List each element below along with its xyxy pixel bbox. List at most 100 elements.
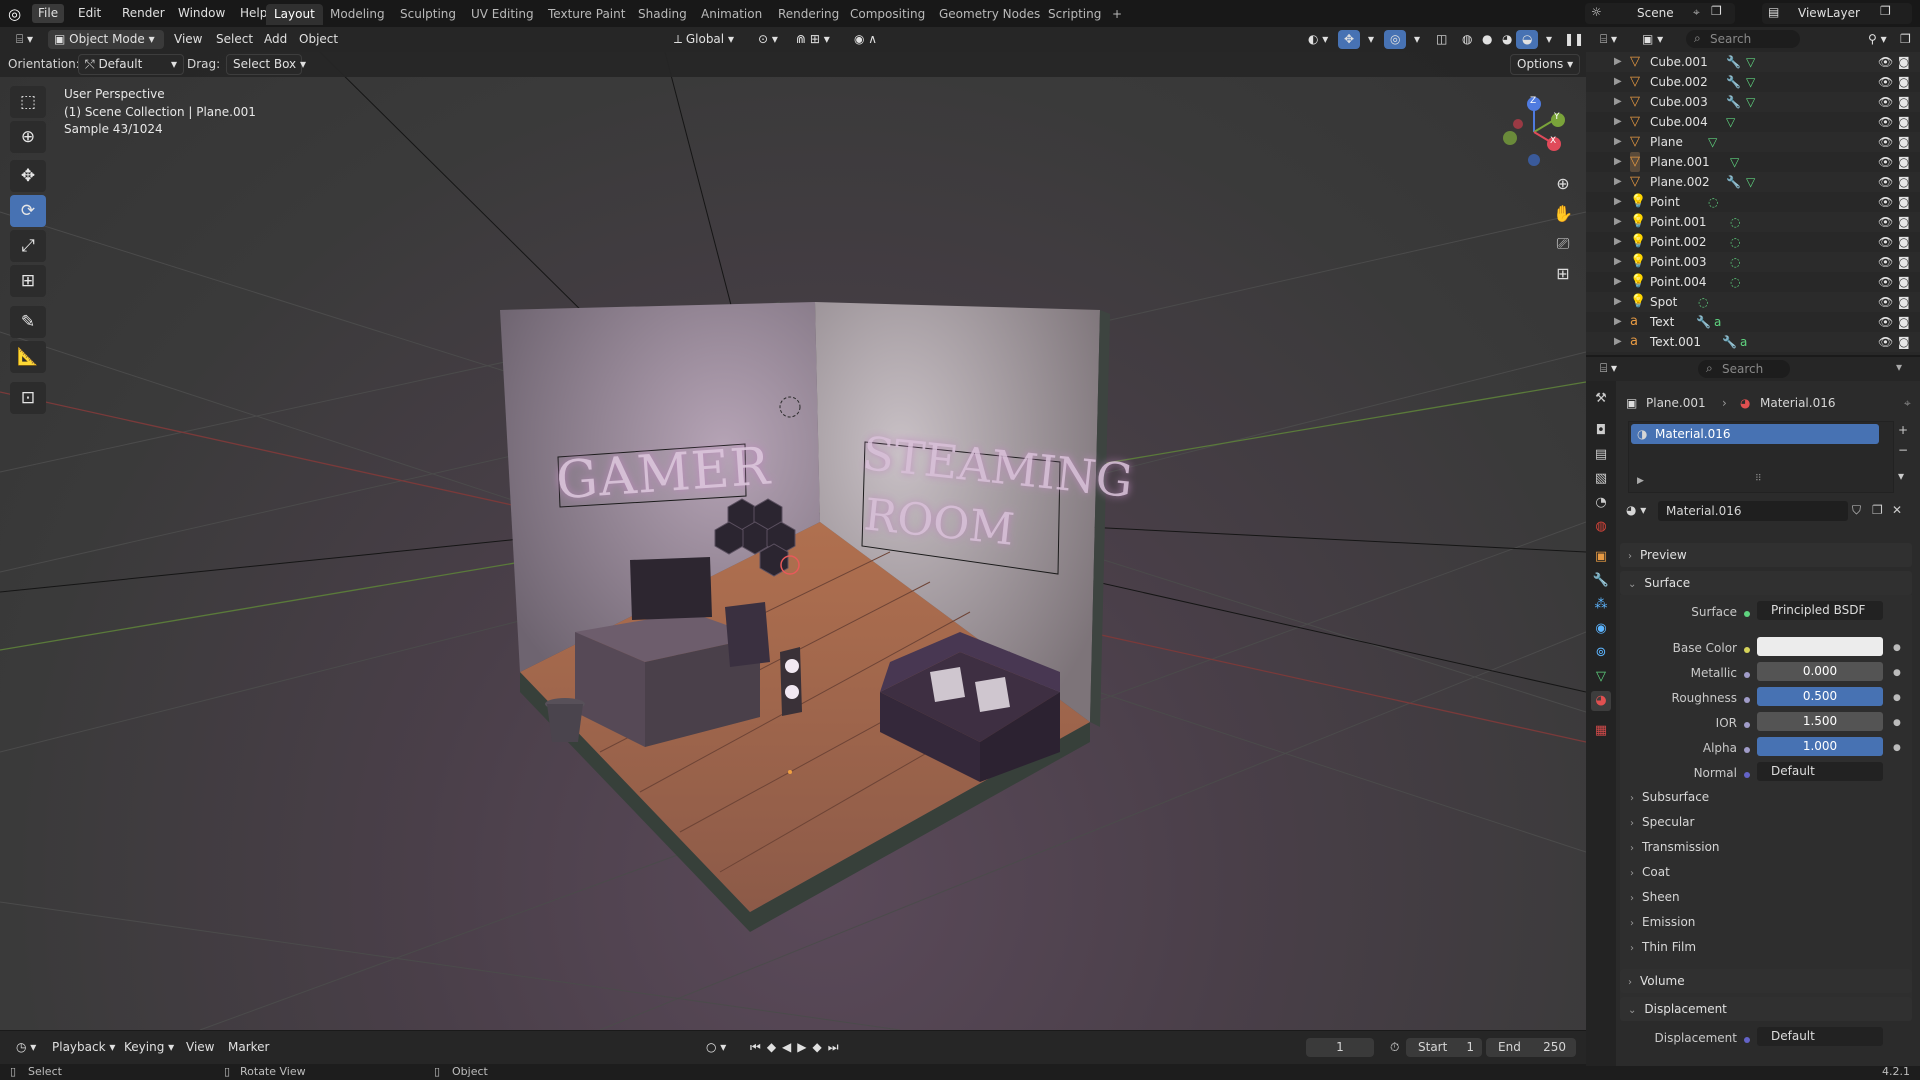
- add-workspace-button[interactable]: +: [1104, 4, 1130, 25]
- menu-object[interactable]: Object: [293, 30, 344, 49]
- material-slot-list[interactable]: ◑ Material.016 ▶ ⠿: [1628, 421, 1894, 493]
- gizmo-dropdown-icon[interactable]: ▾: [1362, 30, 1380, 49]
- outliner-row[interactable]: ▶ ▽ Cube.004 ▽ 👁 ◙: [1586, 112, 1920, 132]
- menu-file[interactable]: File: [32, 4, 65, 23]
- preview-panel-header[interactable]: › Preview: [1620, 543, 1912, 567]
- start-frame-field[interactable]: Start 1: [1406, 1038, 1482, 1057]
- menu-view[interactable]: View: [180, 1038, 220, 1057]
- material-browse-icon[interactable]: ◕ ▾: [1626, 503, 1646, 517]
- cursor-tool-icon[interactable]: ⊕: [10, 121, 46, 153]
- overlays-toggle-icon[interactable]: ◎: [1384, 30, 1407, 49]
- move-tool-icon[interactable]: ✥: [10, 160, 46, 192]
- outliner-row[interactable]: ▶ 💡 Point.004 ◌ 👁 ◙: [1586, 272, 1920, 292]
- slot-menu-icon[interactable]: ▾: [1898, 469, 1904, 483]
- expand-arrow-icon[interactable]: ▶: [1637, 476, 1644, 486]
- render-camera-icon[interactable]: ◙: [1898, 212, 1910, 232]
- texture-tab-icon[interactable]: ▦: [1591, 721, 1611, 741]
- prev-keyframe-icon[interactable]: ◆: [767, 1040, 782, 1054]
- menu-add[interactable]: Add: [258, 30, 293, 49]
- expand-arrow-icon[interactable]: ▶: [1614, 272, 1622, 292]
- constraints-tab-icon[interactable]: ⊚: [1591, 643, 1611, 663]
- eye-icon[interactable]: 👁: [1878, 132, 1893, 152]
- outliner-editor-type-icon[interactable]: ⌸ ▾: [1594, 30, 1623, 49]
- eye-icon[interactable]: 👁: [1878, 192, 1893, 212]
- menu-marker[interactable]: Marker: [222, 1038, 275, 1057]
- new-view-layer-icon[interactable]: ❐: [1880, 4, 1891, 18]
- subpanel-sheen[interactable]: › Sheen: [1630, 887, 1680, 907]
- eye-icon[interactable]: 👁: [1878, 292, 1893, 312]
- outliner-row-active[interactable]: ▶ ▽ Plane.001 ▽ 👁 ◙: [1586, 152, 1920, 172]
- outliner-row[interactable]: ▶ ▽ Cube.001 🔧 ▽ 👁 ◙: [1586, 52, 1920, 72]
- properties-search-input[interactable]: ⌕ Search: [1698, 360, 1790, 378]
- outliner-row[interactable]: ▶ 💡 Point.001 ◌ 👁 ◙: [1586, 212, 1920, 232]
- keyframe-dot-icon[interactable]: ●: [1893, 743, 1901, 753]
- keyframe-dot-icon[interactable]: ●: [1893, 643, 1901, 653]
- menu-playback[interactable]: Playback ▾: [46, 1038, 121, 1057]
- xray-icon[interactable]: ◫: [1430, 30, 1453, 49]
- ior-field[interactable]: 1.500: [1757, 712, 1883, 731]
- blender-logo-icon[interactable]: ◎: [8, 4, 28, 24]
- render-camera-icon[interactable]: ◙: [1898, 72, 1910, 92]
- outliner-row[interactable]: ▶ 💡 Spot ◌ 👁 ◙: [1586, 292, 1920, 312]
- keyframe-dot-icon[interactable]: ●: [1893, 668, 1901, 678]
- resize-handle-icon[interactable]: ⠿: [1755, 474, 1762, 484]
- mode-selector[interactable]: ▣ Object Mode ▾: [48, 30, 164, 49]
- eye-icon[interactable]: 👁: [1878, 232, 1893, 252]
- add-cube-tool-icon[interactable]: ⊡: [10, 382, 46, 414]
- expand-arrow-icon[interactable]: ▶: [1614, 212, 1622, 232]
- eye-icon[interactable]: 👁: [1878, 152, 1893, 172]
- rendered-shading-icon[interactable]: ◒: [1516, 30, 1539, 49]
- tab-compositing[interactable]: Compositing: [842, 4, 933, 25]
- surface-panel-header[interactable]: ⌄ Surface: [1620, 571, 1912, 595]
- visibility-icon[interactable]: ◐ ▾: [1302, 30, 1334, 49]
- expand-arrow-icon[interactable]: ▶: [1614, 112, 1622, 132]
- tab-shading[interactable]: Shading: [630, 4, 695, 25]
- render-camera-icon[interactable]: ◙: [1898, 172, 1910, 192]
- normal-field[interactable]: Default: [1757, 762, 1883, 781]
- displacement-field[interactable]: Default: [1757, 1027, 1883, 1046]
- chevron-down-icon[interactable]: ▾: [1896, 360, 1902, 374]
- pin-icon[interactable]: ⌖: [1904, 393, 1911, 413]
- eye-icon[interactable]: 👁: [1878, 312, 1893, 332]
- shading-dropdown-icon[interactable]: ▾: [1540, 30, 1558, 49]
- next-keyframe-icon[interactable]: ◆: [813, 1040, 828, 1054]
- tab-geometry-nodes[interactable]: Geometry Nodes: [931, 4, 1048, 25]
- data-tab-icon[interactable]: ▽: [1591, 667, 1611, 687]
- snap-icon[interactable]: ⋒ ⊞ ▾: [790, 30, 836, 49]
- render-camera-icon[interactable]: ◙: [1898, 292, 1910, 312]
- base-color-swatch[interactable]: [1757, 637, 1883, 656]
- physics-tab-icon[interactable]: ◉: [1591, 619, 1611, 639]
- particles-tab-icon[interactable]: ⁂: [1591, 595, 1611, 615]
- material-name-field[interactable]: Material.016: [1658, 501, 1848, 521]
- render-camera-icon[interactable]: ◙: [1898, 272, 1910, 292]
- scene-selector[interactable]: ☼ Scene ⌖ ❐: [1585, 3, 1735, 24]
- tab-modeling[interactable]: Modeling: [322, 4, 393, 25]
- expand-arrow-icon[interactable]: ▶: [1614, 152, 1622, 172]
- render-tab-icon[interactable]: ◘: [1591, 421, 1611, 441]
- gizmo-toggle-icon[interactable]: ✥: [1338, 30, 1361, 49]
- orientation-dropdown[interactable]: ⤲ Default ▾: [78, 54, 184, 75]
- expand-arrow-icon[interactable]: ▶: [1614, 312, 1622, 332]
- end-frame-field[interactable]: End 250: [1486, 1038, 1576, 1057]
- outliner[interactable]: ▶ ▽ Cube.001 🔧 ▽ 👁 ◙ ▶ ▽ Cube.002 🔧 ▽ 👁 …: [1586, 52, 1920, 355]
- outliner-row[interactable]: ▶ ▽ Plane.002 🔧 ▽ 👁 ◙: [1586, 172, 1920, 192]
- eye-icon[interactable]: 👁: [1878, 172, 1893, 192]
- play-reverse-icon[interactable]: ◀: [782, 1040, 797, 1054]
- outliner-row[interactable]: ▶ ▽ Cube.002 🔧 ▽ 👁 ◙: [1586, 72, 1920, 92]
- menu-edit[interactable]: Edit: [72, 4, 107, 23]
- pin-icon[interactable]: ⌖: [1693, 5, 1700, 20]
- render-camera-icon[interactable]: ◙: [1898, 132, 1910, 152]
- eye-icon[interactable]: 👁: [1878, 92, 1893, 112]
- material-tab-icon[interactable]: ◕: [1591, 691, 1611, 711]
- play-icon[interactable]: ▶: [797, 1040, 812, 1054]
- camera-view-icon[interactable]: ⎚: [1548, 229, 1578, 259]
- expand-arrow-icon[interactable]: ▶: [1614, 172, 1622, 192]
- subpanel-coat[interactable]: › Coat: [1630, 862, 1670, 882]
- eye-icon[interactable]: 👁: [1878, 212, 1893, 232]
- expand-arrow-icon[interactable]: ▶: [1614, 52, 1622, 72]
- keyframe-dot-icon[interactable]: ●: [1893, 693, 1901, 703]
- outliner-search-input[interactable]: ⌕ Search: [1686, 30, 1800, 48]
- surface-shader-field[interactable]: Principled BSDF: [1757, 601, 1883, 620]
- rotate-tool-icon[interactable]: ⟳: [10, 195, 46, 227]
- render-camera-icon[interactable]: ◙: [1898, 252, 1910, 272]
